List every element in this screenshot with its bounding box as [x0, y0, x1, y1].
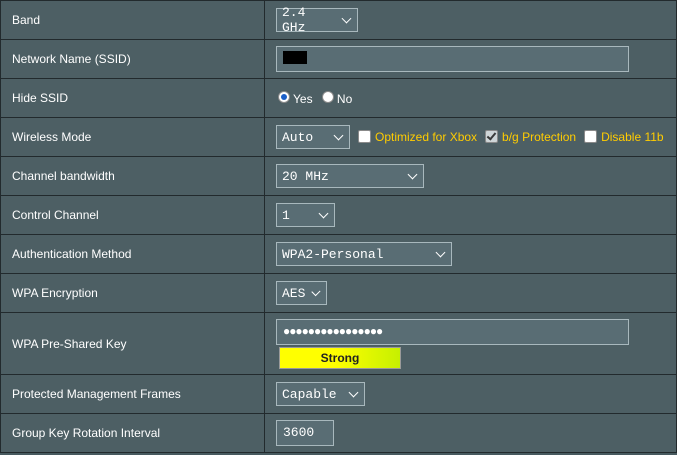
- pmf-field: Capable: [264, 374, 677, 414]
- channel-bandwidth-row: Channel bandwidth 20 MHz: [0, 156, 677, 196]
- hide-ssid-yes-label: Yes: [293, 91, 313, 106]
- group-key-label: Group Key Rotation Interval: [0, 413, 265, 453]
- band-select-value: 2.4 GHz: [282, 5, 306, 35]
- control-channel-select[interactable]: 1: [276, 203, 335, 227]
- bg-protection-checkbox-label: b/g Protection: [502, 130, 577, 144]
- chevron-down-icon: [341, 13, 352, 23]
- control-channel-field: 1: [264, 195, 677, 235]
- wireless-mode-label: Wireless Mode: [0, 117, 265, 157]
- control-channel-label: Control Channel: [0, 195, 265, 235]
- wpa-encryption-label: WPA Encryption: [0, 273, 265, 313]
- ssid-label: Network Name (SSID): [0, 39, 265, 79]
- channel-bandwidth-select[interactable]: 20 MHz: [276, 164, 424, 188]
- hide-ssid-no-radio[interactable]: [321, 91, 334, 104]
- auth-method-row: Authentication Method WPA2-Personal: [0, 234, 677, 274]
- wireless-settings-table: Band 2.4 GHz Network Name (SSID) Hide SS…: [0, 0, 677, 453]
- chevron-down-icon: [348, 387, 359, 397]
- ssid-input[interactable]: [276, 46, 629, 72]
- wireless-mode-row: Wireless Mode Auto Optimized for Xbox b/g…: [0, 117, 677, 157]
- hide-ssid-label: Hide SSID: [0, 78, 265, 118]
- auth-method-select-value: WPA2-Personal: [282, 246, 384, 262]
- wpa-psk-input[interactable]: ●●●●●●●●●●●●●●●●: [276, 318, 629, 345]
- channel-bandwidth-label: Channel bandwidth: [0, 156, 265, 196]
- hide-ssid-field: Yes No: [264, 78, 677, 118]
- pmf-select-value: Capable: [282, 386, 337, 402]
- channel-bandwidth-field: 20 MHz: [264, 156, 677, 196]
- xbox-checkbox-label: Optimized for Xbox: [375, 130, 478, 144]
- wireless-mode-select-value: Auto: [282, 129, 314, 145]
- auth-method-field: WPA2-Personal: [264, 234, 677, 274]
- wpa-psk-row: WPA Pre-Shared Key ●●●●●●●●●●●●●●●● Stro…: [0, 312, 677, 375]
- bg-protection-checkbox[interactable]: [485, 129, 499, 143]
- control-channel-row: Control Channel 1: [0, 195, 677, 235]
- channel-bandwidth-select-value: 20 MHz: [282, 168, 329, 184]
- chevron-down-icon: [333, 130, 344, 140]
- band-row: Band 2.4 GHz: [0, 0, 677, 40]
- xbox-checkbox[interactable]: [358, 129, 371, 143]
- band-label: Band: [0, 0, 265, 40]
- band-select[interactable]: 2.4 GHz: [276, 5, 358, 35]
- ssid-field: [264, 39, 677, 79]
- wpa-encryption-field: AES: [264, 273, 677, 313]
- disable-11b-checkbox-label: Disable 11b: [601, 130, 664, 144]
- band-field: 2.4 GHz: [264, 0, 677, 40]
- auth-method-label: Authentication Method: [0, 234, 265, 274]
- group-key-row: Group Key Rotation Interval 3600: [0, 413, 677, 453]
- ssid-row: Network Name (SSID): [0, 39, 677, 79]
- chevron-down-icon: [407, 169, 418, 179]
- chevron-down-icon: [435, 247, 446, 257]
- wpa-encryption-select[interactable]: AES: [276, 281, 327, 305]
- control-channel-select-value: 1: [282, 207, 290, 223]
- wireless-mode-field: Auto Optimized for Xbox b/g Protection Dis…: [264, 117, 677, 157]
- ssid-redaction: [283, 51, 307, 65]
- password-strength-meter: Strong: [279, 346, 401, 369]
- wpa-encryption-select-value: AES: [282, 285, 306, 301]
- hide-ssid-no-label: No: [336, 91, 353, 106]
- wpa-encryption-row: WPA Encryption AES: [0, 273, 677, 313]
- pmf-row: Protected Management Frames Capable: [0, 374, 677, 414]
- wpa-psk-label: WPA Pre-Shared Key: [0, 312, 265, 375]
- pmf-label: Protected Management Frames: [0, 374, 265, 414]
- hide-ssid-yes-radio[interactable]: [278, 91, 290, 104]
- wpa-psk-field: ●●●●●●●●●●●●●●●● Strong: [264, 312, 677, 375]
- group-key-field: 3600: [264, 413, 677, 453]
- disable-11b-checkbox[interactable]: [584, 129, 598, 143]
- auth-method-select[interactable]: WPA2-Personal: [276, 242, 452, 266]
- chevron-down-icon: [318, 208, 329, 218]
- hide-ssid-row: Hide SSID Yes No: [0, 78, 677, 118]
- wireless-mode-select[interactable]: Auto: [276, 125, 350, 149]
- pmf-select[interactable]: Capable: [276, 382, 365, 406]
- group-key-input[interactable]: 3600: [276, 420, 334, 446]
- chevron-down-icon: [311, 286, 321, 296]
